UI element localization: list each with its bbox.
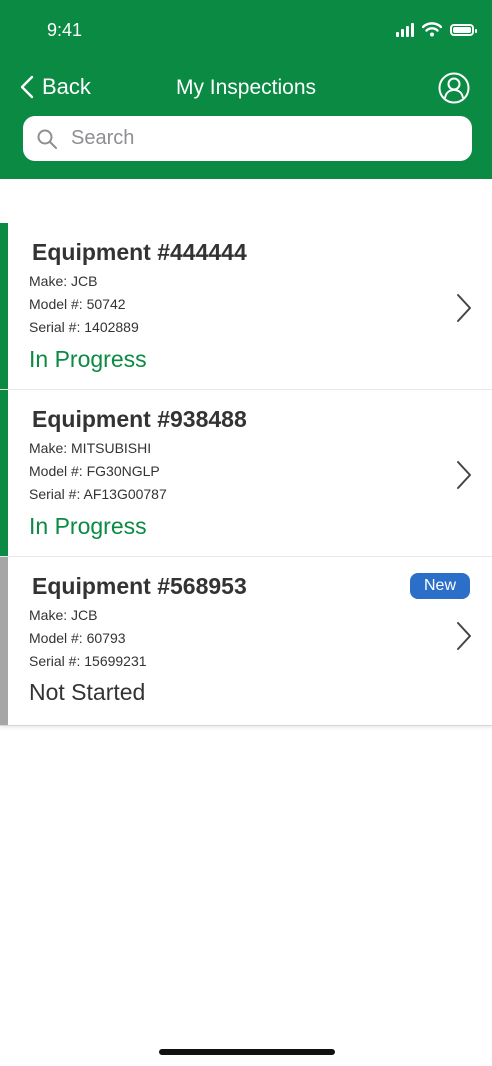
equipment-make: Make: JCB — [29, 607, 98, 623]
home-indicator[interactable] — [159, 1049, 335, 1055]
status-indicator-bar — [0, 390, 8, 556]
inspection-list: Equipment #444444 Make: JCB Model #: 507… — [0, 223, 492, 726]
inspection-status: In Progress — [29, 346, 147, 372]
equipment-title: Equipment #938488 — [32, 406, 247, 432]
search-icon — [35, 127, 59, 151]
inspection-card-938488[interactable]: Equipment #938488 Make: MITSUBISHI Model… — [0, 390, 492, 557]
equipment-serial: Serial #: AF13G00787 — [29, 486, 167, 502]
equipment-serial: Serial #: 15699231 — [29, 653, 147, 669]
status-indicator-bar — [0, 557, 8, 725]
wifi-icon — [422, 22, 442, 37]
status-indicator-bar — [0, 223, 8, 389]
equipment-serial: Serial #: 1402889 — [29, 319, 139, 335]
status-bar-icons — [396, 22, 477, 37]
inspection-card-444444[interactable]: Equipment #444444 Make: JCB Model #: 507… — [0, 223, 492, 390]
chevron-right-icon — [457, 461, 471, 489]
equipment-title: Equipment #568953 — [32, 573, 247, 599]
chevron-right-icon — [457, 294, 471, 322]
new-badge: New — [410, 573, 470, 599]
signal-icon — [396, 22, 414, 37]
equipment-model: Model #: 50742 — [29, 296, 126, 312]
status-bar-time: 9:41 — [47, 20, 83, 40]
inspection-card-568953[interactable]: Equipment #568953 New Make: JCB Model #:… — [0, 557, 492, 726]
search-input[interactable] — [69, 126, 453, 151]
equipment-title: Equipment #444444 — [32, 239, 247, 265]
search-bar — [23, 116, 472, 161]
equipment-model: Model #: 60793 — [29, 630, 126, 646]
equipment-make: Make: JCB — [29, 273, 98, 289]
app-header: 9:41 Back My Inspections — [0, 0, 492, 179]
page-title: My Inspections — [175, 76, 317, 99]
inspection-status: In Progress — [29, 513, 147, 539]
inspection-status: Not Started — [29, 679, 146, 705]
battery-icon — [450, 23, 477, 36]
equipment-model: Model #: FG30NGLP — [29, 463, 160, 479]
chevron-right-icon — [457, 622, 471, 650]
equipment-make: Make: MITSUBISHI — [29, 440, 152, 456]
user-circle-icon[interactable] — [438, 72, 470, 104]
